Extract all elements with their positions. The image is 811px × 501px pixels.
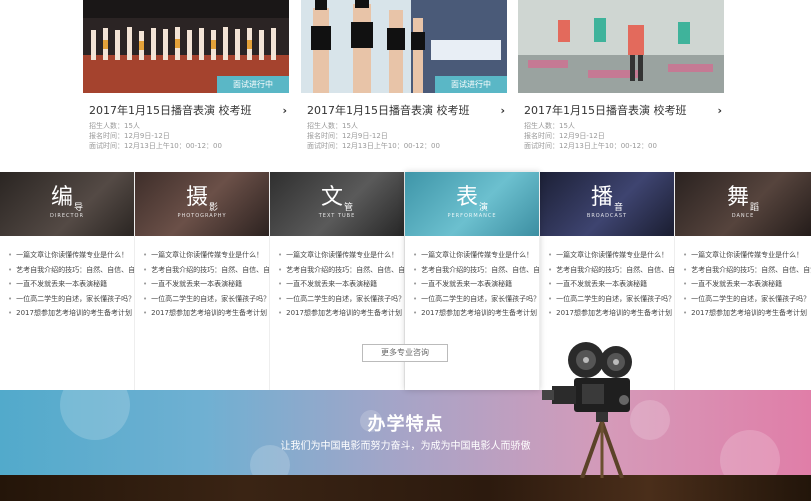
major-article-list: 一篇文章让你读懂传媒专业是什么！ 艺考自我介绍的技巧：自然、自信、自觉 一直不发… [675,236,811,321]
major-name: 文 [320,185,343,210]
major-article-list: 一篇文章让你读懂传媒专业是什么！ 艺考自我介绍的技巧：自然、自信、自觉 一直不发… [270,236,404,321]
list-item[interactable]: 2017想参加艺考培训的考生备考计划 [548,306,674,321]
list-item[interactable]: 一直不发就丢来一本表演秘籍 [548,277,674,292]
list-item[interactable]: 一篇文章让你读懂传媒专业是什么！ [413,248,539,263]
class-title[interactable]: 2017年1月15日播音表演 校考班 [307,102,470,118]
list-item[interactable]: 一位高二学生的自述，家长懂孩子吗？ [8,292,134,307]
class-photo[interactable] [518,0,724,93]
major-column-photography[interactable]: 摄影 PHOTOGRAPHY 一篇文章让你读懂传媒专业是什么！ 艺考自我介绍的技… [135,172,270,390]
major-article-list: 一篇文章让你读懂传媒专业是什么！ 艺考自我介绍的技巧：自然、自信、自觉 一直不发… [540,236,674,321]
list-item[interactable]: 艺考自我介绍的技巧：自然、自信、自觉 [8,263,134,278]
more-majors-button[interactable]: 更多专业咨询 [362,344,448,362]
list-item[interactable]: 一篇文章让你读懂传媒专业是什么！ [143,248,269,263]
list-item[interactable]: 一位高二学生的自述，家长懂孩子吗？ [548,292,674,307]
major-column-dance[interactable]: 舞蹈 DANCE 一篇文章让你读懂传媒专业是什么！ 艺考自我介绍的技巧：自然、自… [675,172,811,390]
bottom-background [0,475,811,501]
list-item[interactable]: 2017想参加艺考培训的考生备考计划 [143,306,269,321]
list-item[interactable]: 一位高二学生的自述，家长懂孩子吗？ [143,292,269,307]
major-english: PHOTOGRAPHY [177,213,227,219]
major-article-list: 一篇文章让你读懂传媒专业是什么！ 艺考自我介绍的技巧：自然、自信、自觉 一直不发… [405,236,539,321]
film-camera-icon [542,342,632,478]
list-item[interactable]: 一篇文章让你读懂传媒专业是什么！ [8,248,134,263]
class-title[interactable]: 2017年1月15日播音表演 校考班 [524,102,687,118]
class-title[interactable]: 2017年1月15日播音表演 校考班 [89,102,252,118]
class-cards: 面试进行中 2017年1月15日播音表演 校考班 › 招生人数：15人 报名时间… [83,0,727,165]
list-item[interactable]: 2017想参加艺考培训的考生备考计划 [8,306,134,321]
major-article-list: 一篇文章让你读懂传媒专业是什么！ 艺考自我介绍的技巧：自然、自信、自觉 一直不发… [135,236,269,321]
major-name: 摄 [185,185,208,210]
chevron-right-icon[interactable]: › [282,104,287,117]
interview-time: 面试时间：12月13日上午10：00-12：00 [89,142,222,150]
major-name-suffix: 影 [209,203,219,213]
features-banner: 办学特点 让我们为中国电影而努力奋斗，为成为中国电影人而骄傲 [0,390,811,475]
status-badge: 面试进行中 [435,76,507,93]
list-item[interactable]: 一位高二学生的自述，家长懂孩子吗？ [278,292,404,307]
class-photo[interactable]: 面试进行中 [301,0,507,93]
list-item[interactable]: 一位高二学生的自述，家长懂孩子吗？ [413,292,539,307]
list-item[interactable]: 一直不发就丢来一本表演秘籍 [143,277,269,292]
list-item[interactable]: 一篇文章让你读懂传媒专业是什么！ [548,248,674,263]
major-name-suffix: 音 [614,203,624,213]
list-item[interactable]: 一篇文章让你读懂传媒专业是什么！ [278,248,404,263]
major-english: DANCE [731,213,755,219]
major-name: 表 [455,185,478,210]
registration-time: 报名时间：12月9日-12日 [89,132,170,140]
major-english: PERFORMANCE [447,213,497,219]
major-banner[interactable]: 摄影 PHOTOGRAPHY [135,172,269,236]
major-column-director[interactable]: 编导 DIRECTOR 一篇文章让你读懂传媒专业是什么！ 艺考自我介绍的技巧：自… [0,172,135,390]
list-item[interactable]: 一位高二学生的自述，家长懂孩子吗？ [683,292,811,307]
list-item[interactable]: 艺考自我介绍的技巧：自然、自信、自觉 [548,263,674,278]
chevron-right-icon[interactable]: › [500,104,505,117]
major-banner[interactable]: 表演 PERFORMANCE [405,172,539,236]
chevron-right-icon[interactable]: › [717,104,722,117]
major-banner[interactable]: 编导 DIRECTOR [0,172,134,236]
registration-time: 报名时间：12月9日-12日 [524,132,605,140]
class-card[interactable]: 2017年1月15日播音表演 校考班 › 招生人数：15人 报名时间：12月9日… [518,0,724,165]
major-name: 舞 [726,185,749,210]
students-count: 招生人数：15人 [89,122,140,130]
list-item[interactable]: 一直不发就丢来一本表演秘籍 [683,277,811,292]
interview-time: 面试时间：12月13日上午10：00-12：00 [524,142,657,150]
major-banner[interactable]: 文管 TEXT TUBE [270,172,404,236]
list-item[interactable]: 一直不发就丢来一本表演秘籍 [8,277,134,292]
major-name-suffix: 管 [344,203,354,213]
major-english: DIRECTOR [50,213,84,219]
list-item[interactable]: 艺考自我介绍的技巧：自然、自信、自觉 [413,263,539,278]
major-name: 编 [50,185,73,210]
list-item[interactable]: 2017想参加艺考培训的考生备考计划 [683,306,811,321]
features-title: 办学特点 [367,414,444,435]
major-banner[interactable]: 播音 BROADCAST [540,172,674,236]
major-article-list: 一篇文章让你读懂传媒专业是什么！ 艺考自我介绍的技巧：自然、自信、自觉 一直不发… [0,236,134,321]
major-english: BROADCAST [586,213,628,219]
list-item[interactable]: 一篇文章让你读懂传媒专业是什么！ [683,248,811,263]
list-item[interactable]: 艺考自我介绍的技巧：自然、自信、自觉 [278,263,404,278]
interview-time: 面试时间：12月13日上午10：00-12：00 [307,142,440,150]
major-english: TEXT TUBE [318,213,356,219]
list-item[interactable]: 一直不发就丢来一本表演秘籍 [278,277,404,292]
features-subtitle: 让我们为中国电影而努力奋斗，为成为中国电影人而骄傲 [280,441,531,452]
list-item[interactable]: 艺考自我介绍的技巧：自然、自信、自觉 [143,263,269,278]
list-item[interactable]: 一直不发就丢来一本表演秘籍 [413,277,539,292]
class-card[interactable]: 面试进行中 2017年1月15日播音表演 校考班 › 招生人数：15人 报名时间… [301,0,507,165]
class-card[interactable]: 面试进行中 2017年1月15日播音表演 校考班 › 招生人数：15人 报名时间… [83,0,289,165]
status-badge: 面试进行中 [217,76,289,93]
major-banner[interactable]: 舞蹈 DANCE [675,172,811,236]
students-count: 招生人数：15人 [307,122,358,130]
major-name-suffix: 蹈 [750,203,760,213]
major-name-suffix: 导 [74,203,84,213]
registration-time: 报名时间：12月9日-12日 [307,132,388,140]
list-item[interactable]: 2017想参加艺考培训的考生备考计划 [278,306,404,321]
class-photo[interactable]: 面试进行中 [83,0,289,93]
students-count: 招生人数：15人 [524,122,575,130]
major-name: 播 [590,185,613,210]
list-item[interactable]: 2017想参加艺考培训的考生备考计划 [413,306,539,321]
list-item[interactable]: 艺考自我介绍的技巧：自然、自信、自觉 [683,263,811,278]
major-name-suffix: 演 [479,203,489,213]
